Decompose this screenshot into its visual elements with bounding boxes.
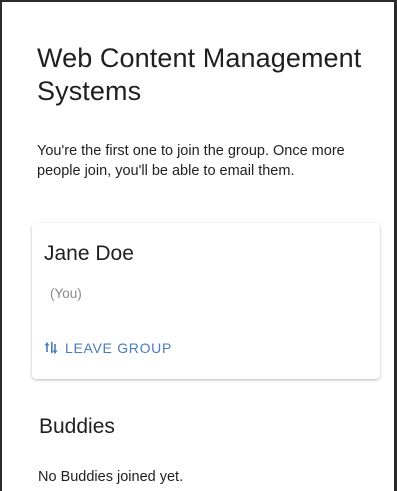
- member-you-label: (You): [50, 286, 82, 301]
- page-title: Web Content Management Systems: [37, 43, 362, 106]
- intro-text: You're the first one to join the group. …: [37, 143, 345, 179]
- page-header: Web Content Management Systems You're th…: [37, 42, 387, 181]
- member-card: Jane Doe (You) LEAVE GROUP: [32, 223, 380, 379]
- app-frame: Web Content Management Systems You're th…: [0, 0, 397, 491]
- leave-group-icon: [42, 339, 60, 357]
- leave-group-button[interactable]: LEAVE GROUP: [42, 339, 172, 357]
- member-name: Jane Doe: [44, 242, 134, 265]
- leave-group-label: LEAVE GROUP: [65, 340, 173, 356]
- buddies-empty-message: No Buddies joined yet.: [38, 469, 184, 485]
- buddies-heading: Buddies: [39, 415, 115, 438]
